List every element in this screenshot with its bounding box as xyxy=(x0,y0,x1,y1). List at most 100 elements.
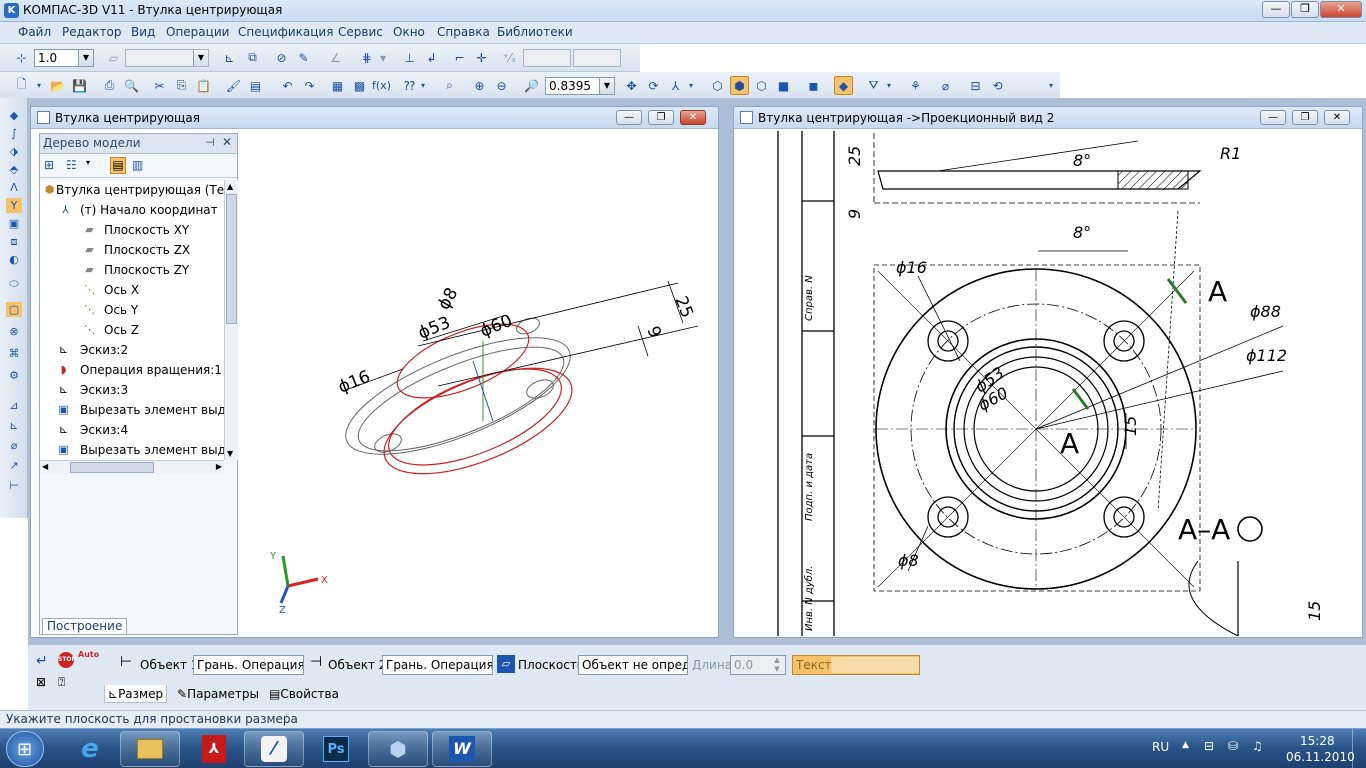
function-icon[interactable]: f(x) xyxy=(372,76,391,95)
kompas-icon[interactable]: ⁄ xyxy=(244,731,304,767)
scroll-left-icon[interactable]: ◀ xyxy=(42,462,48,471)
maximize-button[interactable]: ❐ xyxy=(1291,1,1319,18)
clock-date[interactable]: 06.11.2010 xyxy=(1286,750,1355,764)
shaded-icon[interactable]: ■ xyxy=(774,76,793,95)
tree-node-axis-z[interactable]: ⋱ Ось Z xyxy=(40,320,224,340)
leader-icon[interactable]: ⊢ xyxy=(6,478,22,493)
photoshop-icon[interactable]: Ps xyxy=(306,731,366,767)
tree-filter-icon[interactable]: ⚘ xyxy=(906,76,925,95)
scroll-down-icon[interactable]: ▼ xyxy=(227,449,233,458)
text-value-area[interactable] xyxy=(831,657,919,673)
measure-tool-icon[interactable]: ⬭ xyxy=(6,276,22,291)
sheet-icon[interactable]: ◐ xyxy=(6,252,22,267)
wireframe-icon[interactable]: ⬡ xyxy=(708,76,727,95)
filter-icon[interactable]: ⛛ xyxy=(864,76,883,95)
clock-time[interactable]: 15:28 xyxy=(1300,734,1335,748)
scroll-thumb[interactable] xyxy=(226,194,237,324)
tray-network-icon[interactable]: ⊟ xyxy=(1204,739,1214,753)
zoom-scale-icon[interactable]: 🔎 xyxy=(522,76,541,95)
close-button[interactable]: ✕ xyxy=(1320,1,1362,18)
tree-structure-icon[interactable]: ⊞ xyxy=(44,158,54,172)
step-combo[interactable]: 1.0 ▼ xyxy=(34,49,94,67)
tab-dimension[interactable]: ⊾Размер xyxy=(104,685,168,703)
array-icon[interactable]: ▣ xyxy=(6,216,22,231)
show-desktop-button[interactable] xyxy=(1352,729,1366,768)
word-icon[interactable]: W xyxy=(432,731,492,767)
chevron-down-icon[interactable]: ▾ xyxy=(884,76,894,95)
minimize-button[interactable]: — xyxy=(1260,110,1286,125)
language-indicator[interactable]: RU xyxy=(1152,740,1169,754)
refresh-icon[interactable]: ⟲ xyxy=(988,76,1007,95)
coord-y-icon[interactable]: ⊥ xyxy=(400,48,419,67)
grid-icon[interactable]: ⋕ xyxy=(357,48,376,67)
plane-icon[interactable]: ▱ xyxy=(497,655,515,673)
tree-node-sketch-4[interactable]: ⊾ Эскиз:4 xyxy=(40,420,224,440)
start-button[interactable]: ⊞ xyxy=(6,731,44,767)
dim-linear-icon[interactable]: ⊿ xyxy=(6,398,22,413)
tray-device-icon[interactable]: ⛁ xyxy=(1228,739,1238,753)
ie-icon[interactable]: e xyxy=(60,731,120,767)
variables-icon[interactable]: ▩ xyxy=(350,76,369,95)
tray-expand-icon[interactable]: ▲ xyxy=(1182,740,1189,750)
cursor-snap-icon[interactable]: ⌐ xyxy=(450,48,469,67)
spec-tool-icon[interactable]: ⊗ xyxy=(6,324,22,339)
menu-file[interactable]: Файл xyxy=(18,25,51,39)
undo-icon[interactable]: ↶ xyxy=(278,76,297,95)
orientation-icon[interactable]: ⅄ xyxy=(666,76,685,95)
shaded-edges-icon[interactable]: ◼ xyxy=(804,76,823,95)
curve-icon[interactable]: ∫ xyxy=(6,126,22,141)
tree-order-icon[interactable]: ▤ xyxy=(110,157,126,174)
cursor-coords-icon[interactable]: ⁺⁄ₓ xyxy=(500,48,519,67)
stop-button[interactable]: STOP xyxy=(58,652,76,668)
tab-properties[interactable]: ▤Свойства xyxy=(266,685,342,703)
print-icon[interactable]: ⎙ xyxy=(100,76,119,95)
maximize-button[interactable]: ❐ xyxy=(1292,110,1318,125)
menu-specification[interactable]: Спецификация xyxy=(238,25,333,39)
text-field[interactable]: Текст xyxy=(792,655,920,675)
coord-x-icon[interactable]: ↲ xyxy=(422,48,441,67)
maximize-button[interactable]: ❐ xyxy=(648,110,674,125)
tree-node-axis-x[interactable]: ⋱ Ось X xyxy=(40,280,224,300)
explorer-icon[interactable] xyxy=(120,731,180,767)
measure-icon[interactable]: ⌀ xyxy=(936,76,955,95)
scroll-up-icon[interactable]: ▲ xyxy=(227,182,233,191)
library-icon[interactable]: ▤ xyxy=(246,76,265,95)
tree-vertical-scrollbar[interactable]: ▲ ▼ xyxy=(224,180,238,460)
dim-angle-icon[interactable]: ⊾ xyxy=(6,418,22,433)
chevron-down-icon[interactable]: ▾ xyxy=(1046,76,1056,95)
help-icon[interactable]: ⍰ xyxy=(58,675,65,690)
cursor-x-field[interactable] xyxy=(523,49,571,67)
auto-button[interactable]: Auto xyxy=(78,650,99,659)
menu-libraries[interactable]: Библиотеки xyxy=(497,25,573,39)
menu-view[interactable]: Вид xyxy=(131,25,155,39)
menu-help[interactable]: Справка xyxy=(437,25,490,39)
view-orient-icon[interactable]: ⧉ xyxy=(243,48,262,67)
cursor-cross-icon[interactable]: ✛ xyxy=(472,48,491,67)
geometry-icon[interactable]: ◆ xyxy=(6,108,22,123)
local-cs-icon[interactable]: ⊾ xyxy=(220,48,239,67)
tree-node-cut-1[interactable]: ▣ Вырезать элемент выдавливания:1 xyxy=(40,400,224,420)
cursor-y-field[interactable] xyxy=(573,49,621,67)
tree-node-axis-y[interactable]: ⋱ Ось Y xyxy=(40,300,224,320)
tree-node-sketch-2[interactable]: ⊾ Эскиз:2 xyxy=(40,340,224,360)
chevron-down-icon[interactable]: ▾ xyxy=(34,76,44,95)
new-file-icon[interactable]: 🗋 xyxy=(12,76,31,95)
length-spinner[interactable]: ▲ ▼ xyxy=(770,656,784,674)
tree-node-sketch-3[interactable]: ⊾ Эскиз:3 xyxy=(40,380,224,400)
plane-field[interactable]: Объект не определен xyxy=(578,655,688,675)
chevron-down-icon[interactable]: ▼ xyxy=(193,50,208,66)
copy-icon[interactable]: ⎘ xyxy=(172,76,191,95)
help-cursor-icon[interactable]: ⁇ xyxy=(400,76,419,95)
chevron-down-icon[interactable]: ▾ xyxy=(378,48,388,67)
scroll-right-icon[interactable]: ▶ xyxy=(216,462,222,471)
report-icon[interactable]: ⌘ xyxy=(6,346,22,361)
layer-combo[interactable]: ▼ xyxy=(125,49,209,67)
snap-options-icon[interactable]: ⊠ xyxy=(36,675,46,689)
chevron-down-icon[interactable]: ▾ xyxy=(86,158,90,167)
aux-geometry-icon[interactable]: ⧈ xyxy=(6,234,22,249)
acrobat-icon[interactable]: ⅄ xyxy=(184,731,244,767)
properties-brush-icon[interactable]: 🖌 xyxy=(224,76,243,95)
minimize-button[interactable]: — xyxy=(1262,1,1290,18)
tray-volume-icon[interactable]: ♫ xyxy=(1252,739,1263,753)
dim-diam-icon[interactable]: ⌀ xyxy=(6,438,22,453)
